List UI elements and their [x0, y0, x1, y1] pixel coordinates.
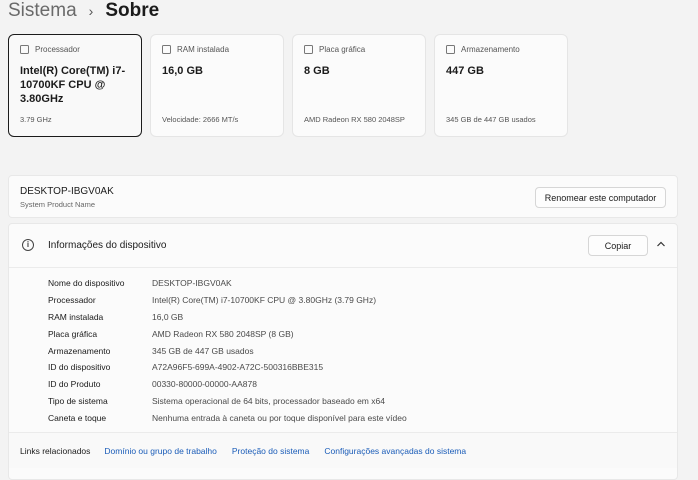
card-ram[interactable]: RAM instalada 16,0 GB Velocidade: 2666 M… — [150, 34, 284, 137]
page-title: Sobre — [105, 0, 160, 21]
spec-value: Intel(R) Core(TM) i7-10700KF CPU @ 3.80G… — [152, 295, 377, 306]
card-value: 447 GB — [446, 65, 484, 77]
device-info-title: Informações do dispositivo — [48, 240, 167, 251]
spec-value: 345 GB de 447 GB usados — [152, 345, 254, 356]
card-value: 8 GB — [304, 65, 330, 77]
spec-label: Placa gráfica — [48, 328, 98, 339]
spec-row: Caneta e toque Nenhuma entrada à caneta … — [48, 409, 407, 426]
link-system-protection[interactable]: Proteção do sistema — [232, 446, 309, 456]
card-processor[interactable]: Processador Intel(R) Core(TM) i7-10700KF… — [8, 34, 142, 137]
spec-label: Nome do dispositivo — [48, 278, 125, 289]
card-title: Processador — [35, 45, 80, 54]
spec-row: RAM instalada 16,0 GB — [48, 309, 407, 326]
spec-value: AMD Radeon RX 580 2048SP (8 GB) — [152, 328, 294, 339]
spec-row: Processador Intel(R) Core(TM) i7-10700KF… — [48, 292, 407, 309]
spec-label: Processador — [48, 295, 96, 306]
storage-icon — [446, 45, 455, 54]
device-info-header[interactable]: i Informações do dispositivo Copiar — [9, 224, 677, 268]
card-gpu[interactable]: Placa gráfica 8 GB AMD Radeon RX 580 204… — [292, 34, 426, 137]
copy-button[interactable]: Copiar — [588, 235, 648, 256]
card-title: Armazenamento — [461, 45, 520, 54]
card-subtitle: AMD Radeon RX 580 2048SP — [304, 115, 405, 124]
device-info-panel: i Informações do dispositivo Copiar Nome… — [8, 223, 678, 480]
spec-row: Tipo de sistema Sistema operacional de 6… — [48, 393, 407, 410]
related-links-label: Links relacionados — [20, 445, 91, 456]
processor-icon — [20, 45, 29, 54]
spec-value: Nenhuma entrada à caneta ou por toque di… — [152, 412, 407, 423]
card-title: RAM instalada — [177, 45, 230, 54]
spec-label: Caneta e toque — [48, 412, 107, 423]
spec-label: RAM instalada — [48, 311, 104, 322]
card-title: Placa gráfica — [319, 45, 366, 54]
chevron-right-icon: › — [88, 3, 94, 19]
device-name-card: DESKTOP-IBGV0AK System Product Name Reno… — [8, 175, 678, 218]
card-subtitle: 345 GB de 447 GB usados — [446, 115, 536, 124]
spec-label: Tipo de sistema — [48, 395, 108, 406]
spec-value: A72A96F5-699A-4902-A72C-500316BBE315 — [152, 362, 324, 373]
gpu-icon — [304, 45, 313, 54]
spec-label: Armazenamento — [48, 345, 111, 356]
spec-label: ID do Produto — [48, 379, 101, 390]
chevron-up-icon[interactable] — [655, 238, 667, 250]
breadcrumb: Sistema › Sobre — [8, 0, 159, 24]
related-links-bar: Links relacionados Domínio ou grupo de t… — [9, 432, 677, 468]
spec-row: Armazenamento 345 GB de 447 GB usados — [48, 342, 407, 359]
card-subtitle: Velocidade: 2666 MT/s — [162, 115, 239, 124]
spec-cards: Processador Intel(R) Core(TM) i7-10700KF… — [8, 34, 568, 137]
spec-value: Sistema operacional de 64 bits, processa… — [152, 395, 385, 406]
spec-row: ID do dispositivo A72A96F5-699A-4902-A72… — [48, 359, 407, 376]
link-domain-workgroup[interactable]: Domínio ou grupo de trabalho — [104, 446, 216, 456]
info-icon: i — [22, 239, 34, 251]
link-advanced-settings[interactable]: Configurações avançadas do sistema — [324, 446, 466, 456]
card-storage[interactable]: Armazenamento 447 GB 345 GB de 447 GB us… — [434, 34, 568, 137]
breadcrumb-parent[interactable]: Sistema — [8, 0, 77, 22]
spec-value: 16,0 GB — [152, 311, 184, 322]
spec-label: ID do dispositivo — [48, 362, 111, 373]
spec-row: Placa gráfica AMD Radeon RX 580 2048SP (… — [48, 325, 407, 342]
spec-value: DESKTOP-IBGV0AK — [152, 278, 232, 289]
spec-row: Nome do dispositivo DESKTOP-IBGV0AK — [48, 275, 407, 292]
card-value: Intel(R) Core(TM) i7-10700KF CPU @ 3.80G… — [20, 65, 126, 105]
card-subtitle: 3.79 GHz — [20, 115, 52, 124]
card-value: 16,0 GB — [162, 65, 203, 77]
spec-row: ID do Produto 00330-80000-00000-AA878 — [48, 376, 407, 393]
rename-computer-button[interactable]: Renomear este computador — [535, 187, 666, 208]
spec-value: 00330-80000-00000-AA878 — [152, 379, 257, 390]
ram-icon — [162, 45, 171, 54]
device-spec-list: Nome do dispositivo DESKTOP-IBGV0AK Proc… — [48, 275, 407, 426]
